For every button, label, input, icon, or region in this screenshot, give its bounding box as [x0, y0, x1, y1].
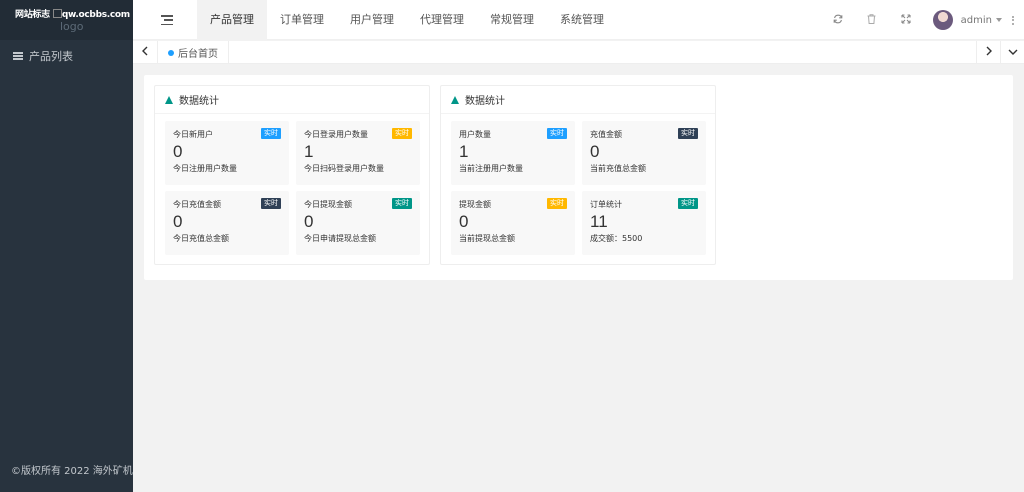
sidebar: 网站标志 qw.ocbbs.com logo 产品列表 ©版权所有 2022 海外… — [0, 0, 133, 492]
chevron-right-icon[interactable] — [976, 41, 1000, 64]
card-description: 当前注册用户数量 — [459, 164, 523, 173]
card-title: 订单统计 — [590, 200, 622, 209]
card-title: 充值金额 — [590, 130, 622, 139]
card-value: 1 — [304, 142, 314, 161]
active-dot-icon — [168, 49, 174, 56]
more-vertical-icon[interactable] — [1012, 15, 1014, 25]
stat-card-today-recharge: 今日充值金额 实时 0 今日充值总金额 — [165, 191, 289, 255]
nav-order-management[interactable]: 订单管理 — [267, 0, 337, 40]
broken-image-icon — [52, 9, 62, 18]
realtime-badge: 实时 — [261, 128, 281, 139]
dashboard-content: 数据统计 今日新用户 实时 0 今日注册用户数量 今日登录用户数量 实时 1 今… — [144, 75, 1013, 280]
stat-card-order-stats: 订单统计 实时 11 成交额：5500 — [582, 191, 706, 255]
card-description: 今日扫码登录用户数量 — [304, 164, 384, 173]
list-icon — [13, 52, 23, 60]
chevron-down-icon[interactable] — [996, 18, 1002, 22]
refresh-icon[interactable] — [821, 14, 855, 27]
card-value: 1 — [459, 142, 469, 161]
logo-title: 网站标志 — [15, 10, 50, 20]
username[interactable]: admin — [961, 15, 992, 26]
realtime-badge: 实时 — [678, 198, 698, 209]
chevron-left-icon[interactable] — [133, 41, 157, 64]
realtime-badge: 实时 — [547, 198, 567, 209]
panel-title: 数据统计 — [465, 96, 505, 107]
realtime-badge: 实时 — [547, 128, 567, 139]
logo[interactable]: 网站标志 qw.ocbbs.com logo — [0, 0, 133, 40]
stat-card-today-withdraw: 今日提现金额 实时 0 今日申请提现总金额 — [296, 191, 420, 255]
warning-icon — [451, 95, 459, 104]
stat-card-today-new-users: 今日新用户 实时 0 今日注册用户数量 — [165, 121, 289, 185]
stats-panel: 数据统计 今日新用户 实时 0 今日注册用户数量 今日登录用户数量 实时 1 今… — [154, 85, 430, 265]
nav-agent-management[interactable]: 代理管理 — [407, 0, 477, 40]
stat-card-user-count: 用户数量 实时 1 当前注册用户数量 — [451, 121, 575, 185]
menu-toggle-icon[interactable] — [161, 15, 173, 25]
panel-title: 数据统计 — [179, 96, 219, 107]
warning-icon — [165, 95, 173, 104]
card-title: 今日提现金额 — [304, 200, 352, 209]
realtime-badge: 实时 — [261, 198, 281, 209]
stats-panel: 数据统计 用户数量 实时 1 当前注册用户数量 充值金额 实时 0 当前充值总金… — [440, 85, 716, 265]
tab-bar: 后台首页 — [133, 41, 1024, 64]
header-tools: admin — [821, 0, 1024, 40]
nav-system-management[interactable]: 系统管理 — [547, 0, 617, 40]
trash-icon[interactable] — [855, 13, 889, 27]
nav-general-management[interactable]: 常规管理 — [477, 0, 547, 40]
realtime-badge: 实时 — [392, 128, 412, 139]
stat-card-withdraw-total: 提现金额 实时 0 当前提现总金额 — [451, 191, 575, 255]
card-value: 0 — [304, 212, 314, 231]
stat-card-today-login-users: 今日登录用户数量 实时 1 今日扫码登录用户数量 — [296, 121, 420, 185]
card-description: 当前充值总金额 — [590, 164, 646, 173]
header: 产品管理 订单管理 用户管理 代理管理 常规管理 系统管理 admin — [133, 0, 1024, 40]
copyright: ©版权所有 2022 海外矿机 — [11, 466, 133, 477]
card-value: 0 — [459, 212, 469, 231]
tab-home[interactable]: 后台首页 — [157, 41, 229, 64]
nav-user-management[interactable]: 用户管理 — [337, 0, 407, 40]
avatar[interactable] — [932, 10, 953, 30]
panel-header: 数据统计 — [441, 86, 715, 114]
sidebar-item-product-list[interactable]: 产品列表 — [0, 40, 133, 72]
card-description: 当前提现总金额 — [459, 234, 515, 243]
logo-text: 网站标志 qw.ocbbs.com — [15, 7, 130, 20]
card-title: 提现金额 — [459, 200, 491, 209]
card-description: 成交额：5500 — [590, 234, 643, 243]
fullscreen-icon[interactable] — [889, 13, 923, 27]
card-value: 0 — [590, 142, 600, 161]
top-nav: 产品管理 订单管理 用户管理 代理管理 常规管理 系统管理 — [197, 0, 617, 40]
stat-card-recharge-total: 充值金额 实时 0 当前充值总金额 — [582, 121, 706, 185]
sidebar-item-label: 产品列表 — [29, 50, 73, 63]
chevron-down-icon[interactable] — [1000, 41, 1024, 64]
logo-sub: logo — [60, 20, 84, 33]
card-value: 0 — [173, 142, 183, 161]
realtime-badge: 实时 — [392, 198, 412, 209]
tab-home-label: 后台首页 — [178, 49, 218, 60]
card-title: 今日充值金额 — [173, 200, 221, 209]
logo-link-text: qw.ocbbs.com — [61, 10, 130, 20]
card-value: 11 — [590, 212, 608, 231]
card-description: 今日注册用户数量 — [173, 164, 237, 173]
realtime-badge: 实时 — [678, 128, 698, 139]
card-value: 0 — [173, 212, 183, 231]
card-description: 今日申请提现总金额 — [304, 234, 376, 243]
card-description: 今日充值总金额 — [173, 234, 229, 243]
card-title: 今日新用户 — [173, 130, 213, 139]
nav-product-management[interactable]: 产品管理 — [197, 0, 267, 40]
card-title: 用户数量 — [459, 130, 491, 139]
card-title: 今日登录用户数量 — [304, 130, 368, 139]
panel-header: 数据统计 — [155, 86, 429, 114]
